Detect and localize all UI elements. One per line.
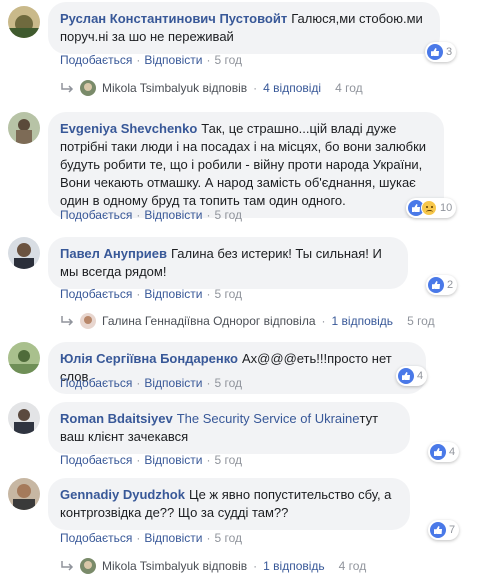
reaction-count: 7 (449, 524, 456, 536)
reply-count[interactable]: 1 відповідь (332, 314, 394, 328)
view-replies-link[interactable]: Mikola Tsimbalyuk відповів · 4 відповіді… (60, 80, 363, 96)
reactions-badge[interactable]: 7 (428, 520, 460, 540)
view-replies-link[interactable]: Галина Геннадіївна Однорог відповіла · 1… (60, 313, 435, 329)
comment-actions: Подобається · Відповісти · 5 год (60, 287, 242, 301)
avatar[interactable] (8, 237, 40, 269)
avatar[interactable] (8, 342, 40, 374)
like-reaction-icon (398, 368, 414, 384)
reply-link[interactable]: Відповісти (144, 208, 202, 222)
reply-time: 5 год (407, 314, 435, 328)
replier-name: Галина Геннадіївна Однорог (102, 314, 261, 328)
comment-bubble: Roman Bdaitsiyev The Security Service of … (48, 402, 410, 454)
replier-avatar (80, 80, 96, 96)
reply-link[interactable]: Відповісти (144, 531, 202, 545)
reactions-badge[interactable]: 2 (426, 275, 458, 295)
like-link[interactable]: Подобається (60, 208, 132, 222)
reply-arrow-icon (61, 561, 74, 571)
like-link[interactable]: Подобається (60, 453, 132, 467)
reaction-count: 3 (446, 46, 453, 58)
replier-name: Mikola Tsimbalyuk (102, 559, 200, 573)
reaction-count: 10 (440, 202, 453, 214)
like-link[interactable]: Подобається (60, 53, 132, 67)
comment-time[interactable]: 5 год (214, 376, 242, 390)
like-reaction-icon (428, 277, 444, 293)
replier-avatar (80, 313, 96, 329)
like-link[interactable]: Подобається (60, 376, 132, 390)
like-link[interactable]: Подобається (60, 287, 132, 301)
replier-verb: відповів (202, 81, 248, 95)
reply-arrow-icon (61, 316, 74, 326)
comment-actions: Подобається · Відповісти · 5 год (60, 376, 242, 390)
avatar[interactable] (8, 112, 40, 144)
reply-link[interactable]: Відповісти (144, 453, 202, 467)
reactions-badge[interactable]: 4 (396, 366, 428, 386)
view-replies-link[interactable]: Mikola Tsimbalyuk відповів · 1 відповідь… (60, 558, 366, 574)
reply-time: 4 год (335, 81, 363, 95)
comment-bubble: Evgeniya Shevchenko Так, це страшно...цій… (48, 112, 444, 218)
like-reaction-icon (430, 522, 446, 538)
reaction-count: 2 (447, 279, 454, 291)
comment-time[interactable]: 5 год (214, 453, 242, 467)
reply-count[interactable]: 4 відповіді (263, 81, 321, 95)
avatar[interactable] (8, 6, 40, 38)
comment-time[interactable]: 5 год (214, 208, 242, 222)
comment-actions: Подобається · Відповісти · 5 год (60, 53, 242, 67)
comment-time[interactable]: 5 год (214, 531, 242, 545)
comment-author[interactable]: Юлія Сергіївна Бондаренко (60, 351, 238, 366)
reply-count[interactable]: 1 відповідь (263, 559, 325, 573)
reactions-badge[interactable]: 10 (406, 198, 457, 218)
reactions-badge[interactable]: 4 (428, 442, 460, 462)
mention-link[interactable]: The Security Service of Ukraine (177, 411, 360, 426)
like-link[interactable]: Подобається (60, 531, 132, 545)
comment-bubble: Gennadiy Dyudzhok Це ж явно попустительст… (48, 478, 410, 530)
reply-arrow-icon (61, 83, 74, 93)
like-reaction-icon (427, 44, 443, 60)
replier-name: Mikola Tsimbalyuk (102, 81, 200, 95)
reply-link[interactable]: Відповісти (144, 376, 202, 390)
comment-time[interactable]: 5 год (214, 53, 242, 67)
comment-author[interactable]: Руслан Константинович Пустовойт (60, 11, 287, 26)
replier-avatar (80, 558, 96, 574)
comment-bubble: Павел Ануприев Галина без истерик! Ты сил… (48, 237, 408, 289)
comment-author[interactable]: Gennadiy Dyudzhok (60, 487, 185, 502)
avatar[interactable] (8, 402, 40, 434)
reaction-count: 4 (449, 446, 456, 458)
comment-actions: Подобається · Відповісти · 5 год (60, 453, 242, 467)
reply-link[interactable]: Відповісти (144, 287, 202, 301)
comment-actions: Подобається · Відповісти · 5 год (60, 208, 242, 222)
reaction-count: 4 (417, 370, 424, 382)
comment-actions: Подобається · Відповісти · 5 год (60, 531, 242, 545)
reply-time: 4 год (338, 559, 367, 573)
comment-time[interactable]: 5 год (214, 287, 242, 301)
sad-reaction-icon (421, 200, 437, 216)
reactions-badge[interactable]: 3 (425, 42, 457, 62)
reply-link[interactable]: Відповісти (144, 53, 202, 67)
comment-author[interactable]: Roman Bdaitsiyev (60, 411, 173, 426)
replier-verb: відповіла (263, 314, 316, 328)
like-reaction-icon (430, 444, 446, 460)
comment-author[interactable]: Evgeniya Shevchenko (60, 121, 197, 136)
replier-verb: відповів (202, 559, 248, 573)
avatar[interactable] (8, 478, 40, 510)
comment-bubble: Руслан Константинович Пустовойт Галюся,ми… (48, 2, 440, 54)
comment-author[interactable]: Павел Ануприев (60, 246, 167, 261)
